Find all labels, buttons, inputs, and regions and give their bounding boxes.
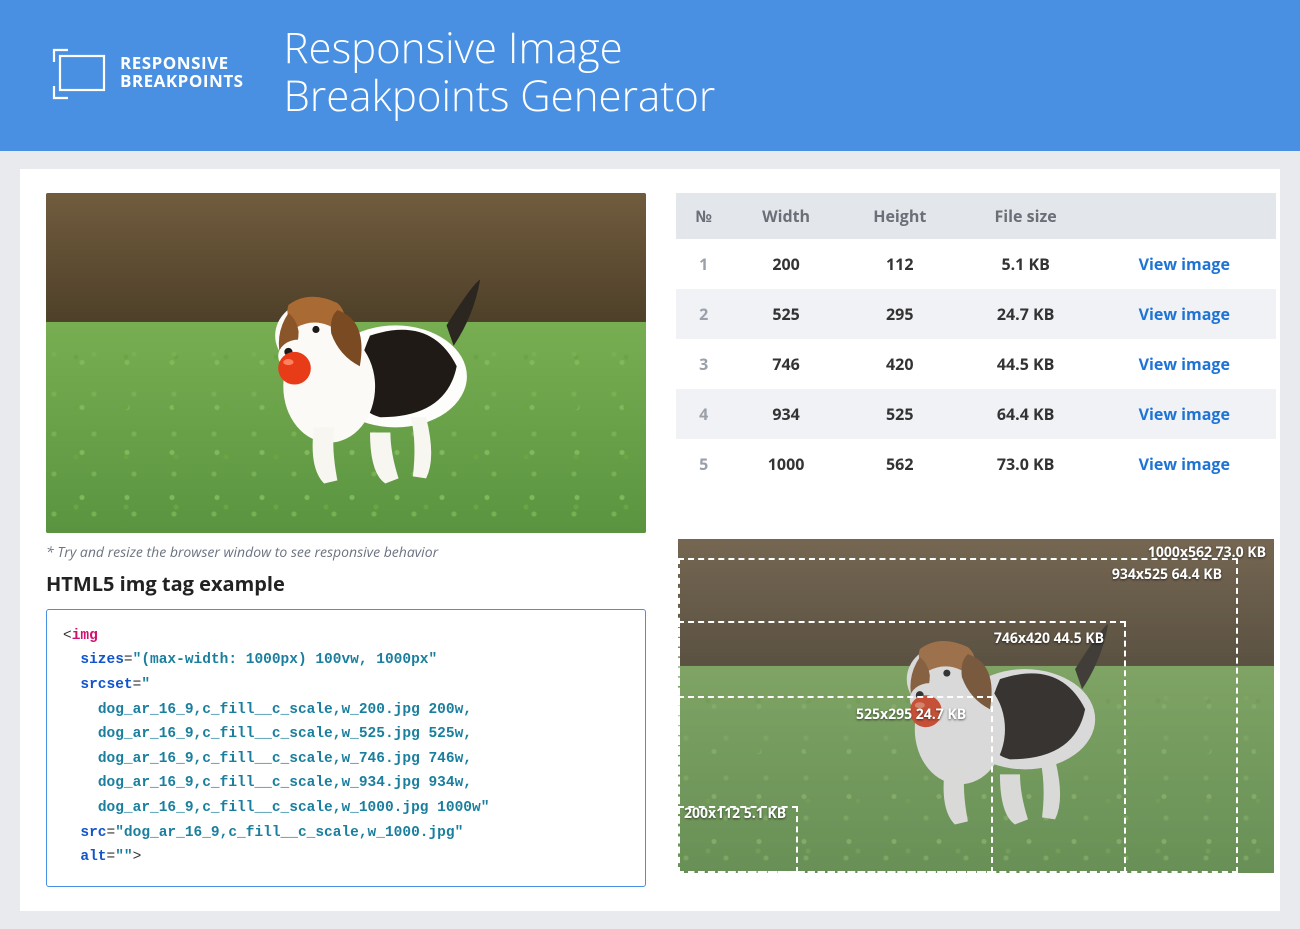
- cell-filesize: 44.5 KB: [959, 339, 1093, 389]
- view-image-link[interactable]: View image: [1139, 403, 1230, 425]
- view-image-link[interactable]: View image: [1139, 253, 1230, 275]
- app-header: RESPONSIVE BREAKPOINTS Responsive Image …: [0, 0, 1300, 151]
- cell-height: 525: [841, 389, 959, 439]
- viz-label: 934x525 64.4 KB: [1112, 565, 1222, 584]
- resize-hint: * Try and resize the browser window to s…: [46, 543, 646, 562]
- html-code-example: <img sizes="(max-width: 1000px) 100vw, 1…: [46, 609, 646, 887]
- breakpoints-table: № Width Height File size 12001125.1 KB Vi…: [676, 193, 1276, 489]
- view-image-link[interactable]: View image: [1139, 303, 1230, 325]
- view-image-link[interactable]: View image: [1139, 353, 1230, 375]
- breakpoint-visualization: 1000x562 73.0 KB 934x525 64.4 KB 746x420…: [676, 537, 1276, 875]
- cell-height: 112: [841, 239, 959, 289]
- cell-filesize: 64.4 KB: [959, 389, 1093, 439]
- cell-width: 1000: [731, 439, 840, 489]
- logo: RESPONSIVE BREAKPOINTS: [50, 42, 244, 102]
- cell-number: 2: [676, 289, 731, 339]
- cell-width: 934: [731, 389, 840, 439]
- cell-number: 4: [676, 389, 731, 439]
- viz-label: 200x112 5.1 KB: [684, 804, 786, 823]
- viz-label: 525x295 24.7 KB: [856, 705, 966, 724]
- col-action: [1093, 193, 1277, 239]
- cell-width: 746: [731, 339, 840, 389]
- table-row: 12001125.1 KB View image: [676, 239, 1276, 289]
- cell-height: 420: [841, 339, 959, 389]
- table-row: 493452564.4 KB View image: [676, 389, 1276, 439]
- table-row: 5100056273.0 KB View image: [676, 439, 1276, 489]
- viz-label: 1000x562 73.0 KB: [1148, 543, 1266, 562]
- cell-filesize: 5.1 KB: [959, 239, 1093, 289]
- cell-filesize: 73.0 KB: [959, 439, 1093, 489]
- cell-number: 5: [676, 439, 731, 489]
- cell-height: 562: [841, 439, 959, 489]
- col-filesize: File size: [959, 193, 1093, 239]
- view-image-link[interactable]: View image: [1139, 453, 1230, 475]
- cell-number: 3: [676, 339, 731, 389]
- table-row: 374642044.5 KB View image: [676, 339, 1276, 389]
- logo-icon: [50, 42, 110, 102]
- page-title: Responsive Image Breakpoints Generator: [284, 24, 716, 121]
- cell-width: 525: [731, 289, 840, 339]
- col-number: №: [676, 193, 731, 239]
- table-row: 252529524.7 KB View image: [676, 289, 1276, 339]
- main-content: * Try and resize the browser window to s…: [20, 169, 1280, 911]
- cell-number: 1: [676, 239, 731, 289]
- cell-width: 200: [731, 239, 840, 289]
- preview-image: [46, 193, 646, 533]
- cell-height: 295: [841, 289, 959, 339]
- code-section-title: HTML5 img tag example: [46, 570, 646, 597]
- col-width: Width: [731, 193, 840, 239]
- logo-text: RESPONSIVE BREAKPOINTS: [120, 54, 244, 91]
- cell-filesize: 24.7 KB: [959, 289, 1093, 339]
- viz-label: 746x420 44.5 KB: [994, 629, 1104, 648]
- col-height: Height: [841, 193, 959, 239]
